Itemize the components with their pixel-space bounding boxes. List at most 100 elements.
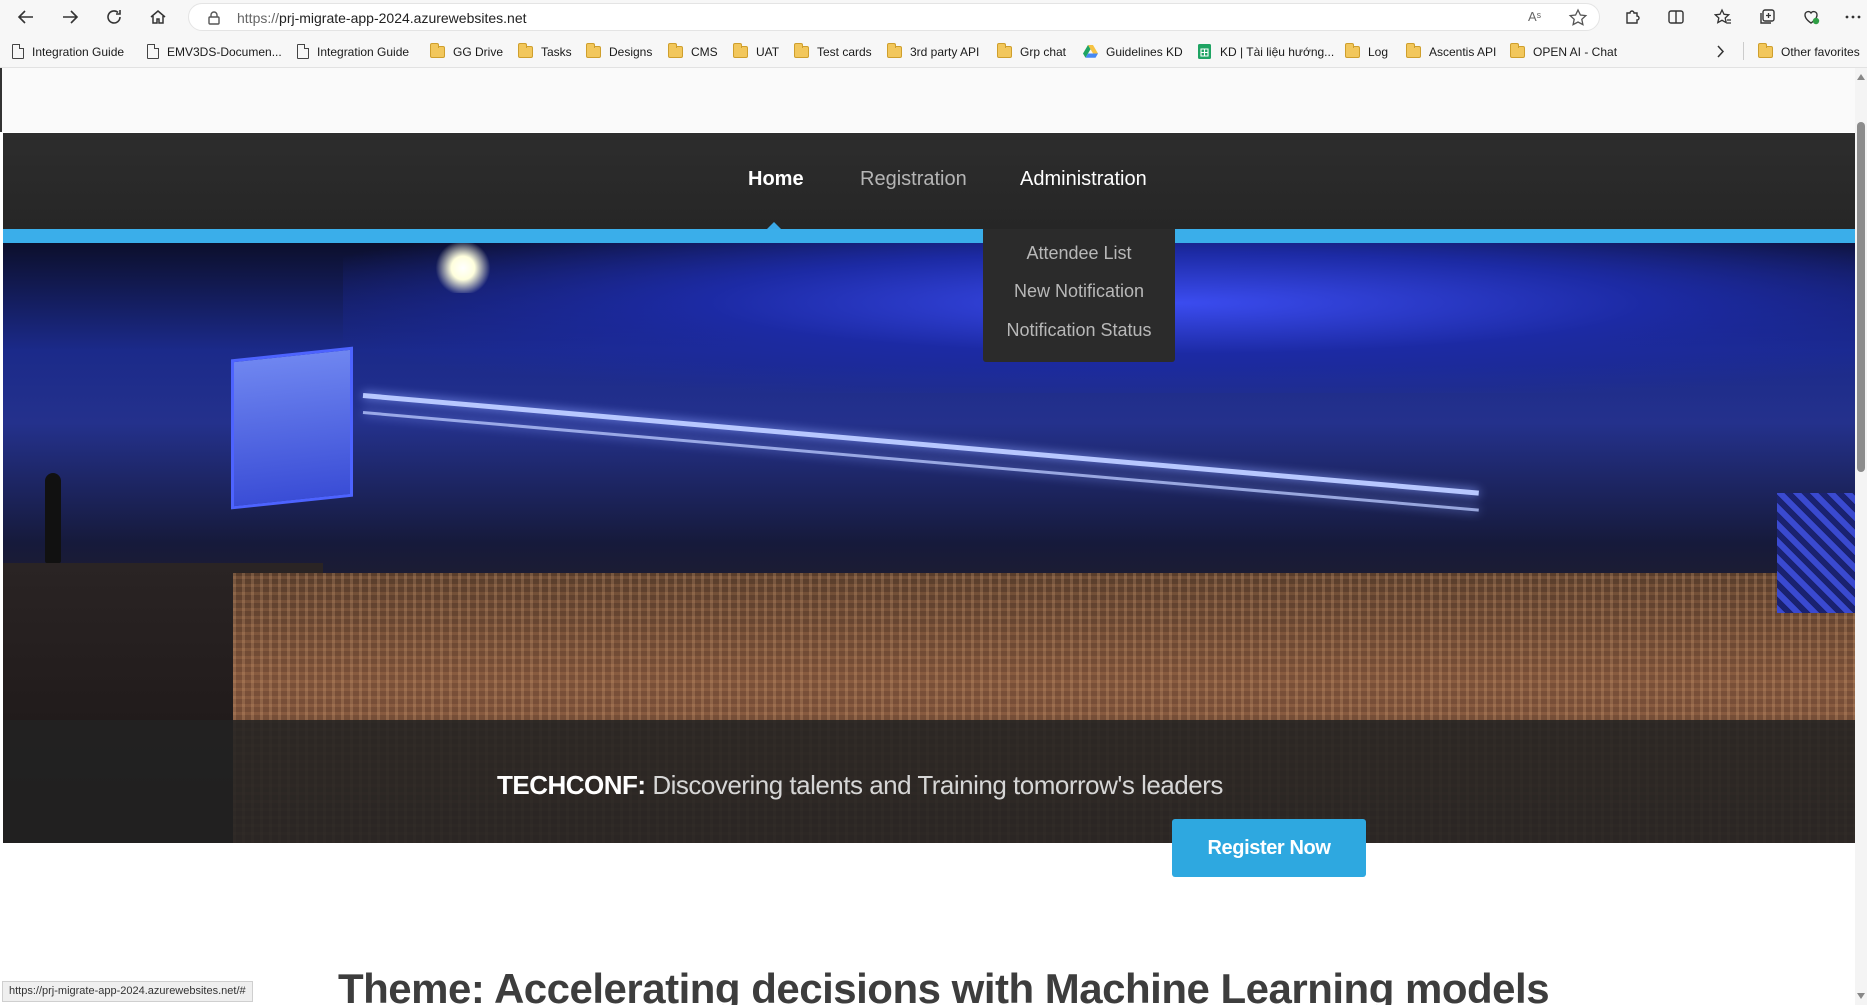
bookmark-label: Designs <box>609 44 653 59</box>
browser-toolbar: https://prj-migrate-app-2024.azurewebsit… <box>0 0 1867 34</box>
folder-icon <box>1406 42 1421 58</box>
folder-icon <box>518 42 533 58</box>
bookmark-label: Ascentis API <box>1429 44 1497 59</box>
folder-icon <box>1758 42 1773 58</box>
scroll-thumb[interactable] <box>1857 122 1865 472</box>
browser-essentials-button[interactable] <box>1797 3 1825 31</box>
bookmark-item[interactable]: Ascentis API <box>1406 42 1497 60</box>
chevron-right-icon <box>1717 45 1725 58</box>
accent-band <box>3 229 1857 243</box>
bookmark-item[interactable]: Test cards <box>794 42 872 60</box>
scroll-up-arrow-icon[interactable] <box>1857 74 1865 80</box>
register-now-button[interactable]: Register Now <box>1172 819 1366 877</box>
nav-administration[interactable]: Administration <box>1020 168 1147 191</box>
folder-icon <box>733 42 748 58</box>
bookmark-label: OPEN AI - Chat <box>1533 44 1618 59</box>
bookmark-item[interactable]: EMV3DS-Documen... <box>147 43 282 60</box>
extensions-button[interactable] <box>1618 3 1646 31</box>
page-top-strip <box>0 68 1867 132</box>
menu-item-attendee-list[interactable]: Attendee List <box>983 243 1175 264</box>
refresh-icon <box>107 10 121 24</box>
site-navbar: Home Registration Administration <box>3 133 1857 229</box>
back-button[interactable] <box>12 3 40 31</box>
hero-projection-screen <box>231 346 353 510</box>
nav-home[interactable]: Home <box>748 168 804 191</box>
url-text[interactable]: https://prj-migrate-app-2024.azurewebsit… <box>237 10 527 26</box>
bookmark-item[interactable]: OPEN AI - Chat <box>1510 42 1618 60</box>
bookmark-label: GG Drive <box>453 44 504 59</box>
bookmark-item[interactable]: UAT <box>733 42 780 60</box>
collections-button[interactable] <box>1753 3 1781 31</box>
bookmark-label: KD | Tài liệu hướng... <box>1220 44 1335 59</box>
read-aloud-icon[interactable]: Aˢ <box>1528 9 1548 29</box>
address-bar[interactable]: https://prj-migrate-app-2024.azurewebsit… <box>188 3 1600 31</box>
bookmark-item[interactable]: KD | Tài liệu hướng... <box>1197 43 1334 60</box>
google-drive-icon <box>1083 45 1098 58</box>
link-status-tooltip: https://prj-migrate-app-2024.azurewebsit… <box>2 981 253 1002</box>
puzzle-icon <box>1626 10 1640 24</box>
bookmark-label: Log <box>1368 44 1389 59</box>
bookmark-label: Other favorites <box>1781 44 1860 59</box>
menu-item-notification-status[interactable]: Notification Status <box>983 320 1175 341</box>
bookmark-label: Test cards <box>817 44 872 59</box>
folder-icon <box>1345 42 1360 58</box>
bookmark-item[interactable]: Log <box>1345 42 1389 60</box>
hero-wall-pattern <box>1777 493 1857 613</box>
folder-icon <box>668 42 683 58</box>
lock-icon[interactable] <box>206 10 222 26</box>
hero-tagline: TECHCONF: Discovering talents and Traini… <box>497 770 1223 801</box>
bookmark-label: EMV3DS-Documen... <box>167 44 282 59</box>
other-favorites[interactable]: Other favorites <box>1758 42 1860 60</box>
folder-icon <box>430 42 445 58</box>
folder-icon <box>794 42 809 58</box>
bookmark-item[interactable]: Integration Guide <box>297 43 409 60</box>
hero-light-beam <box>362 411 1479 512</box>
folder-icon <box>887 42 902 58</box>
split-screen-icon <box>1668 10 1684 24</box>
menu-item-new-notification[interactable]: New Notification <box>983 281 1175 302</box>
bookmarks-overflow-button[interactable] <box>1713 43 1736 60</box>
forward-arrow-icon <box>63 10 79 24</box>
page-icon <box>12 44 24 59</box>
page-icon <box>297 44 309 59</box>
bookmark-label: Grp chat <box>1020 44 1067 59</box>
bookmark-item[interactable]: GG Drive <box>430 42 504 60</box>
bookmark-label: Integration Guide <box>32 44 125 59</box>
hero-speaker-figure <box>45 473 61 563</box>
refresh-button[interactable] <box>100 3 128 31</box>
scroll-down-arrow-icon[interactable] <box>1857 993 1865 999</box>
bookmark-item[interactable]: Designs <box>586 42 653 60</box>
bookmark-label: Guidelines KD <box>1106 44 1183 59</box>
favorites-button[interactable] <box>1709 3 1737 31</box>
folder-icon <box>586 42 601 58</box>
bookmark-item[interactable]: Integration Guide <box>12 43 124 60</box>
bookmark-item[interactable]: 3rd party API <box>887 42 980 60</box>
bookmark-label: UAT <box>756 44 780 59</box>
nav-registration[interactable]: Registration <box>860 168 967 191</box>
google-sheets-icon <box>1198 44 1211 59</box>
page-icon <box>147 44 159 59</box>
bookmarks-divider <box>1743 42 1744 60</box>
heartbeat-icon <box>1804 10 1820 25</box>
bookmark-label: Integration Guide <box>317 44 410 59</box>
home-icon <box>150 10 166 24</box>
bookmark-item[interactable]: Tasks <box>518 42 572 60</box>
folder-icon <box>997 42 1012 58</box>
bookmark-label: Tasks <box>541 44 572 59</box>
split-screen-button[interactable] <box>1662 3 1690 31</box>
back-arrow-icon <box>17 10 33 24</box>
favorites-star-icon <box>1714 8 1731 24</box>
favorite-star-icon[interactable] <box>1568 8 1588 28</box>
more-dots-icon <box>1845 15 1861 19</box>
settings-more-button[interactable] <box>1839 3 1867 31</box>
page-scrollbar[interactable] <box>1855 68 1867 1005</box>
bookmark-item[interactable]: CMS <box>668 42 718 60</box>
forward-button[interactable] <box>56 3 84 31</box>
bookmarks-bar: Integration Guide EMV3DS-Documen... Inte… <box>0 34 1867 68</box>
hero-light-beam <box>362 393 1479 496</box>
bookmark-label: 3rd party API <box>910 44 980 59</box>
bookmark-item[interactable]: Guidelines KD <box>1083 43 1183 60</box>
home-button[interactable] <box>144 3 172 31</box>
theme-heading: Theme: Accelerating decisions with Machi… <box>338 965 1550 1005</box>
bookmark-item[interactable]: Grp chat <box>997 42 1067 60</box>
